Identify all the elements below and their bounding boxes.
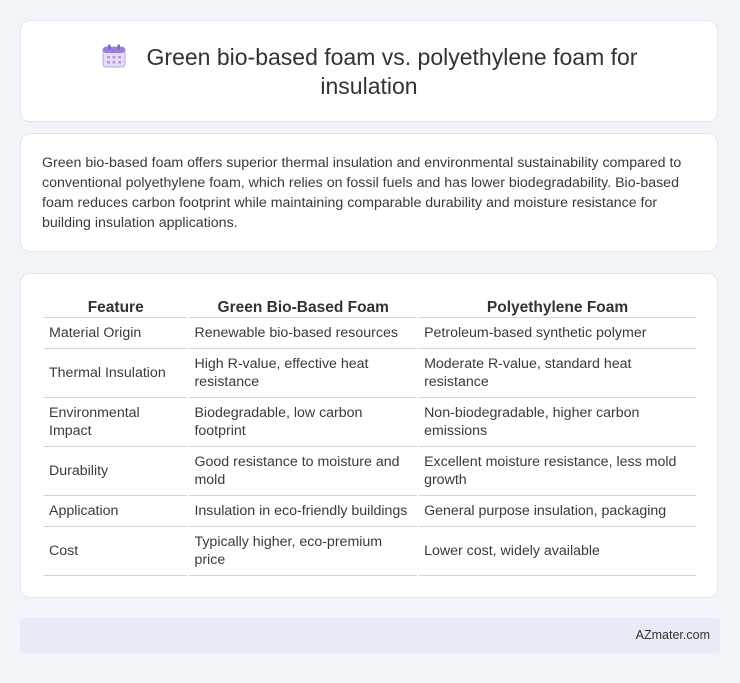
row-feature: Environmental Impact (44, 398, 188, 447)
row-feature: Application (44, 496, 188, 527)
row-pe-value: Moderate R-value, standard heat resistan… (419, 349, 696, 398)
row-pe-value: Petroleum-based synthetic polymer (419, 318, 696, 349)
page-title-wrap: Green bio-based foam vs. polyethylene fo… (61, 43, 677, 101)
table-row: Durability Good resistance to moisture a… (44, 447, 696, 496)
table-row: Cost Typically higher, eco-premium price… (44, 527, 696, 576)
table-header-row: Feature Green Bio-Based Foam Polyethylen… (44, 294, 696, 318)
row-pe-value: Non-biodegradable, higher carbon emissio… (419, 398, 696, 447)
row-feature: Material Origin (44, 318, 188, 349)
row-pe-value: Excellent moisture resistance, less mold… (419, 447, 696, 496)
comparison-table: Feature Green Bio-Based Foam Polyethylen… (42, 294, 698, 576)
summary-card: Green bio-based foam offers superior the… (20, 133, 718, 252)
row-bio-value: Renewable bio-based resources (189, 318, 418, 349)
calendar-icon (102, 44, 126, 68)
row-bio-value: Biodegradable, low carbon footprint (189, 398, 418, 447)
row-pe-value: General purpose insulation, packaging (419, 496, 696, 527)
column-header-bio-foam: Green Bio-Based Foam (189, 294, 418, 318)
comparison-card: Feature Green Bio-Based Foam Polyethylen… (20, 273, 718, 598)
summary-text: Green bio-based foam offers superior the… (42, 155, 682, 231)
table-row: Application Insulation in eco-friendly b… (44, 496, 696, 527)
table-row: Environmental Impact Biodegradable, low … (44, 398, 696, 447)
row-bio-value: Insulation in eco-friendly buildings (189, 496, 418, 527)
row-bio-value: High R-value, effective heat resistance (189, 349, 418, 398)
table-row: Material Origin Renewable bio-based reso… (44, 318, 696, 349)
row-bio-value: Good resistance to moisture and mold (189, 447, 418, 496)
footer-bar: AZmater.com (20, 618, 720, 653)
footer-brand-link[interactable]: AZmater.com (636, 628, 710, 642)
row-pe-value: Lower cost, widely available (419, 527, 696, 576)
title-card: Green bio-based foam vs. polyethylene fo… (20, 20, 718, 122)
column-header-pe-foam: Polyethylene Foam (419, 294, 696, 318)
row-feature: Durability (44, 447, 188, 496)
page-title: Green bio-based foam vs. polyethylene fo… (146, 44, 638, 99)
row-feature: Thermal Insulation (44, 349, 188, 398)
table-row: Thermal Insulation High R-value, effecti… (44, 349, 696, 398)
column-header-feature: Feature (44, 294, 188, 318)
row-feature: Cost (44, 527, 188, 576)
row-bio-value: Typically higher, eco-premium price (189, 527, 418, 576)
